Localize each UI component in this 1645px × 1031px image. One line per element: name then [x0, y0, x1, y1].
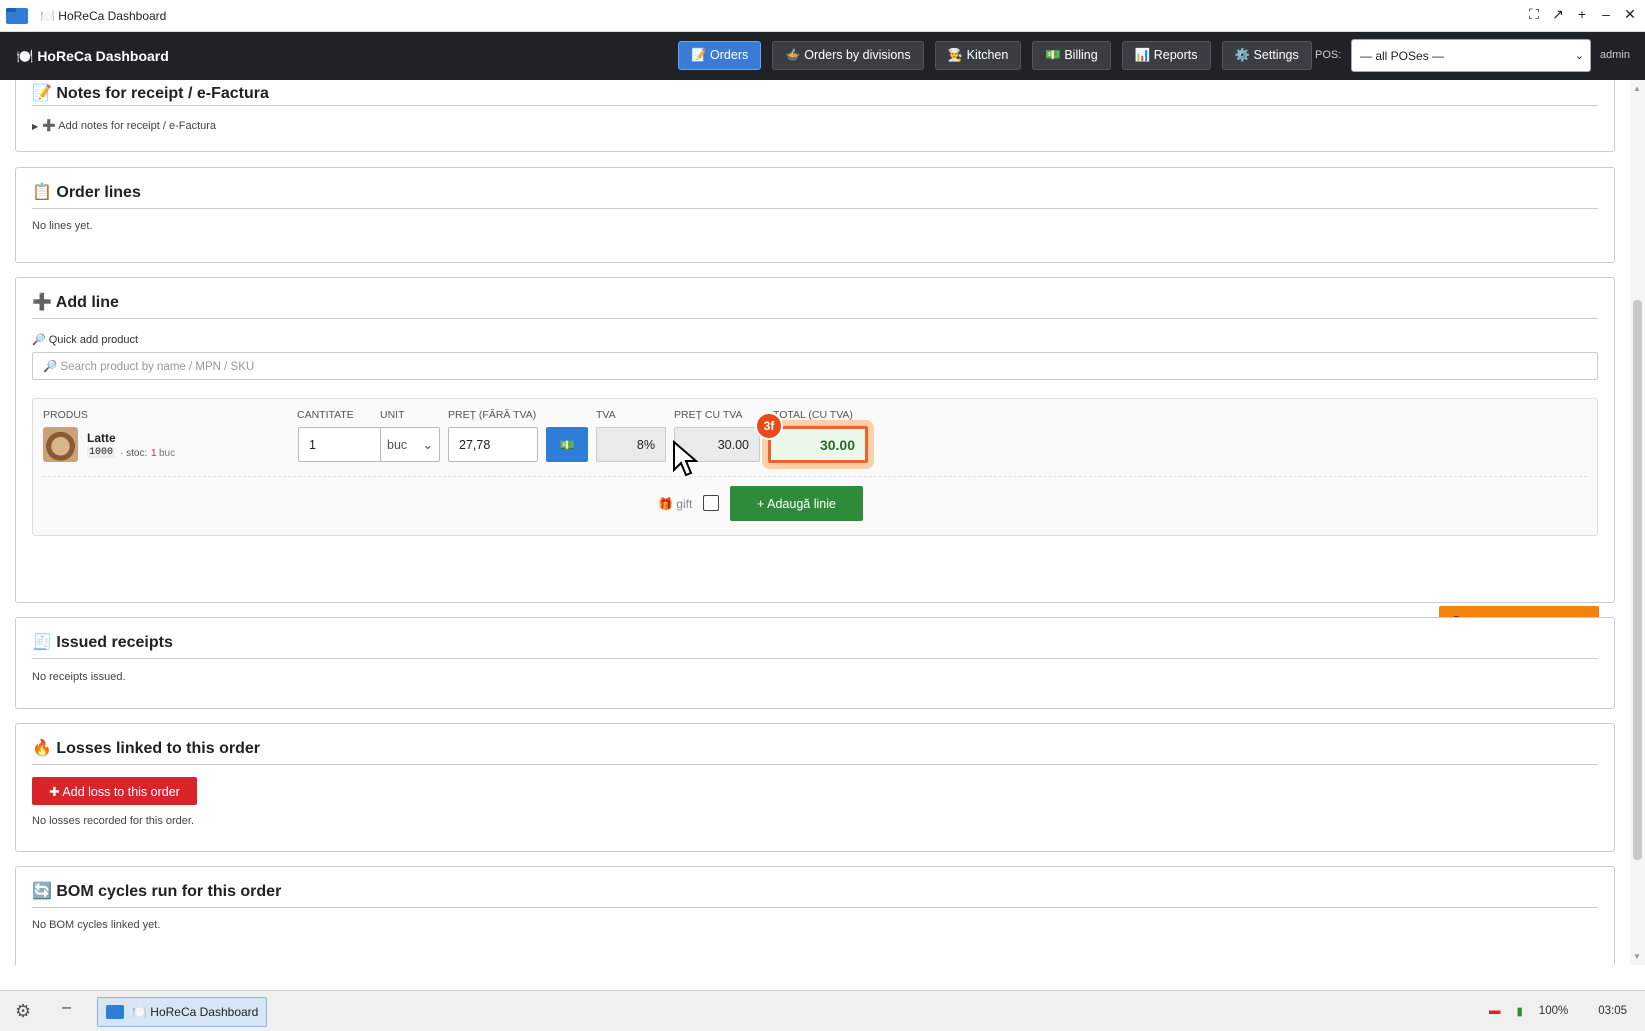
window-title: 🍽️ HoReCa Dashboard [40, 8, 167, 23]
nav-billing-button[interactable]: 💵 Billing [1032, 41, 1111, 70]
brand[interactable]: 🍽️ HoReCa Dashboard [16, 48, 169, 65]
unit-select[interactable]: buc ⌄ [380, 427, 440, 462]
network-icon[interactable]: ▬ [1489, 1005, 1501, 1017]
nav-orders-by-divisions-button[interactable]: 🍲 Orders by divisions [772, 41, 924, 70]
close-icon[interactable]: ✕ [1623, 6, 1637, 23]
product-thumbnail [43, 427, 78, 462]
caret-right-icon: ▶ [32, 122, 39, 131]
nav-reports-button[interactable]: 📊 Reports [1121, 41, 1211, 70]
vat-field: 8% [596, 427, 666, 462]
receipts-empty: No receipts issued. [32, 671, 126, 683]
user-label: admin [1600, 49, 1630, 61]
stock-qty: 1 [151, 448, 157, 459]
losses-card: 🔥 Losses linked to this order ✚ Add loss… [15, 723, 1615, 852]
price-calc-button[interactable]: 💵 [546, 427, 588, 462]
scroll-down-icon[interactable]: ▼ [1633, 952, 1641, 961]
unit-select-value: buc [387, 437, 408, 452]
stock-unit: buc [159, 448, 176, 459]
nav-kitchen-button[interactable]: 👨‍🍳 Kitchen [934, 41, 1022, 70]
pos-label: POS: [1315, 49, 1342, 61]
notes-title: 📝 Notes for receipt / e-Factura [32, 85, 269, 102]
step-badge: 3f [755, 412, 783, 440]
add-line-button[interactable]: + Adaugă linie [730, 486, 863, 521]
taskbar: ⚙ – 🍽️ HoReCa Dashboard ▬ ▮ 100% 03:05 [0, 990, 1645, 1031]
pos-select[interactable]: — all POSes — ⌄ [1351, 39, 1591, 72]
main-content: 📝 Notes for receipt / e-Factura ▶ ➕ Add n… [0, 80, 1630, 965]
unit-header: UNIT [380, 409, 405, 421]
maximize-icon[interactable]: + [1575, 6, 1589, 23]
losses-empty: No losses recorded for this order. [32, 815, 195, 827]
qty-header: CANTITATE [297, 409, 354, 421]
bom-title: 🔄 BOM cycles run for this order [32, 883, 282, 900]
window-titlebar: 🍽️ HoReCa Dashboard ⛶ ↗ + – ✕ [0, 0, 1645, 32]
receipts-title: 🧾 Issued receipts [32, 634, 173, 651]
bom-card: 🔄 BOM cycles run for this order No BOM c… [15, 866, 1615, 965]
battery-level: 100% [1538, 1005, 1569, 1017]
scrollbar-thumb[interactable] [1633, 300, 1642, 860]
order-lines-empty: No lines yet. [32, 220, 93, 232]
quick-add-label: 🔎 Quick add product [32, 334, 139, 346]
page-scrollbar[interactable]: ▲ ▼ [1630, 80, 1645, 965]
add-line-card: ➕ Add line 🔎 Quick add product 🔎 Search … [15, 277, 1615, 641]
qty-input[interactable]: 1 [298, 427, 388, 462]
mouse-cursor-icon [673, 440, 698, 477]
folder-icon [6, 7, 28, 24]
price-header: PREȚ (FĂRĂ TVA) [448, 409, 537, 421]
price-vat-header: PREȚ CU TVA [674, 409, 743, 421]
losses-title: 🔥 Losses linked to this order [32, 740, 260, 757]
restore-icon[interactable]: ↗ [1551, 6, 1565, 23]
nav-settings-button[interactable]: ⚙️ Settings [1221, 41, 1312, 70]
stock-prefix: · stoc: [120, 448, 148, 459]
receipts-card: 🧾 Issued receipts No receipts issued. [15, 617, 1615, 709]
gear-icon[interactable]: ⚙ [15, 1001, 31, 1022]
gift-label: 🎁 gift [658, 497, 693, 511]
vat-header: TVA [596, 409, 616, 421]
product-search-input[interactable]: 🔎 Search product by name / MPN / SKU [32, 352, 1598, 380]
nav-orders-button[interactable]: 📝 Orders [678, 41, 762, 70]
scroll-up-icon[interactable]: ▲ [1633, 84, 1641, 93]
chevron-down-icon: ⌄ [1574, 50, 1584, 62]
order-lines-title: 📋 Order lines [32, 184, 141, 201]
minimize-all-icon[interactable]: – [62, 999, 71, 1017]
product-name: Latte [87, 431, 116, 445]
add-loss-button[interactable]: ✚ Add loss to this order [32, 777, 197, 805]
notes-toggle[interactable]: ▶ ➕ Add notes for receipt / e-Factura [32, 119, 216, 132]
top-navbar: 🍽️ HoReCa Dashboard 📝 Orders 🍲 Orders by… [0, 32, 1645, 80]
clock[interactable]: 03:05 [1598, 1005, 1627, 1017]
chevron-down-icon: ⌄ [422, 438, 433, 452]
product-header: PRODUS [43, 409, 88, 421]
line-editor: PRODUS CANTITATE UNIT PREȚ (FĂRĂ TVA) TV… [32, 398, 1598, 536]
price-input[interactable]: 27,78 [448, 427, 538, 462]
product-code: 1000 [87, 447, 116, 458]
notes-card: 📝 Notes for receipt / e-Factura ▶ ➕ Add n… [15, 80, 1615, 152]
fullscreen-icon[interactable]: ⛶ [1527, 6, 1541, 23]
bom-empty: No BOM cycles linked yet. [32, 919, 161, 931]
add-line-title: ➕ Add line [32, 294, 119, 311]
total-field[interactable]: 30.00 [768, 426, 868, 463]
pos-select-value: — all POSes — [1360, 48, 1445, 63]
minimize-icon[interactable]: – [1599, 6, 1613, 23]
order-lines-card: 📋 Order lines No lines yet. [15, 167, 1615, 263]
taskbar-app-item[interactable]: 🍽️ HoReCa Dashboard [97, 997, 267, 1027]
battery-icon[interactable]: ▮ [1516, 1004, 1522, 1018]
gift-checkbox[interactable] [703, 495, 719, 511]
folder-icon [106, 1005, 124, 1019]
taskbar-app-label: 🍽️ HoReCa Dashboard [132, 1005, 259, 1019]
